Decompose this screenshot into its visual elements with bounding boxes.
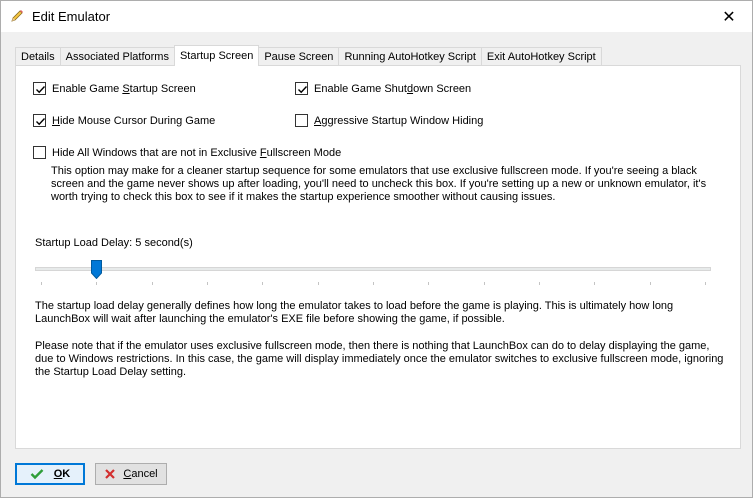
slider-tick <box>483 282 485 285</box>
checkbox-label: Hide All Windows that are not in Exclusi… <box>52 146 342 159</box>
slider-tick <box>262 282 264 285</box>
tab-pause-screen[interactable]: Pause Screen <box>258 47 340 66</box>
hide-all-windows-checkbox[interactable]: Hide All Windows that are not in Exclusi… <box>33 146 341 159</box>
enable-game-shutdown-screen-checkbox[interactable]: Enable Game Shutdown Screen <box>295 82 471 95</box>
title-bar: Edit Emulator ✕ <box>1 1 752 32</box>
slider-tick <box>96 282 98 285</box>
checkbox-box <box>33 114 46 127</box>
cancel-button[interactable]: Cancel <box>95 463 167 485</box>
startup-load-delay-label: Startup Load Delay: 5 second(s) <box>35 237 193 249</box>
checkbox-box <box>295 114 308 127</box>
slider-tick <box>41 282 42 285</box>
checkmark-icon <box>36 86 46 94</box>
ok-button[interactable]: OK <box>15 463 85 485</box>
close-button[interactable]: ✕ <box>706 1 752 32</box>
pencil-icon <box>11 10 23 22</box>
startup-delay-info-paragraph: The startup load delay generally defines… <box>35 300 674 325</box>
tab-exit-autohotkey-script[interactable]: Exit AutoHotkey Script <box>480 47 602 66</box>
aggressive-startup-window-hiding-checkbox[interactable]: Aggressive Startup Window Hiding <box>295 114 483 127</box>
slider-tick <box>317 282 319 285</box>
checkbox-box <box>33 146 46 159</box>
tab-startup-screen[interactable]: Startup Screen <box>173 45 260 66</box>
tab-details[interactable]: Details <box>15 47 61 66</box>
checkbox-box <box>295 82 308 95</box>
slider-thumb[interactable] <box>91 260 103 279</box>
window-title: Edit Emulator <box>32 9 111 24</box>
green-check-icon <box>30 469 44 480</box>
checkbox-label: Enable Game Shutdown Screen <box>314 82 472 95</box>
red-x-icon <box>105 469 116 479</box>
hide-mouse-cursor-checkbox[interactable]: Hide Mouse Cursor During Game <box>33 114 215 127</box>
edit-emulator-window: Edit Emulator ✕ Details Associated Platf… <box>0 0 753 498</box>
slider-tick <box>649 282 651 285</box>
checkbox-label: Aggressive Startup Window Hiding <box>314 114 484 127</box>
checkbox-label: Enable Game Startup Screen <box>52 82 196 95</box>
tab-associated-platforms[interactable]: Associated Platforms <box>59 47 175 66</box>
enable-game-startup-screen-checkbox[interactable]: Enable Game Startup Screen <box>33 82 196 95</box>
slider-tick <box>594 282 596 285</box>
tab-strip: Details Associated Platforms Startup Scr… <box>15 45 602 66</box>
checkbox-label: Hide Mouse Cursor During Game <box>52 114 216 127</box>
ok-label: OK <box>53 468 71 480</box>
hide-windows-description: This option may make for a cleaner start… <box>51 165 707 203</box>
tab-running-autohotkey-script[interactable]: Running AutoHotkey Script <box>338 47 482 66</box>
checkmark-icon <box>36 118 46 126</box>
fullscreen-note-paragraph: Please note that if the emulator uses ex… <box>35 340 724 378</box>
cancel-label: Cancel <box>123 468 158 480</box>
slider-track <box>35 267 711 271</box>
slider-tick <box>373 282 374 285</box>
slider-tick <box>428 282 430 285</box>
checkbox-box <box>33 82 46 95</box>
close-icon: ✕ <box>722 8 736 26</box>
checkmark-icon <box>298 86 308 94</box>
slider-tick <box>705 282 706 285</box>
slider-tick <box>207 282 208 285</box>
slider-tick <box>151 282 153 285</box>
slider-tick <box>539 282 540 285</box>
